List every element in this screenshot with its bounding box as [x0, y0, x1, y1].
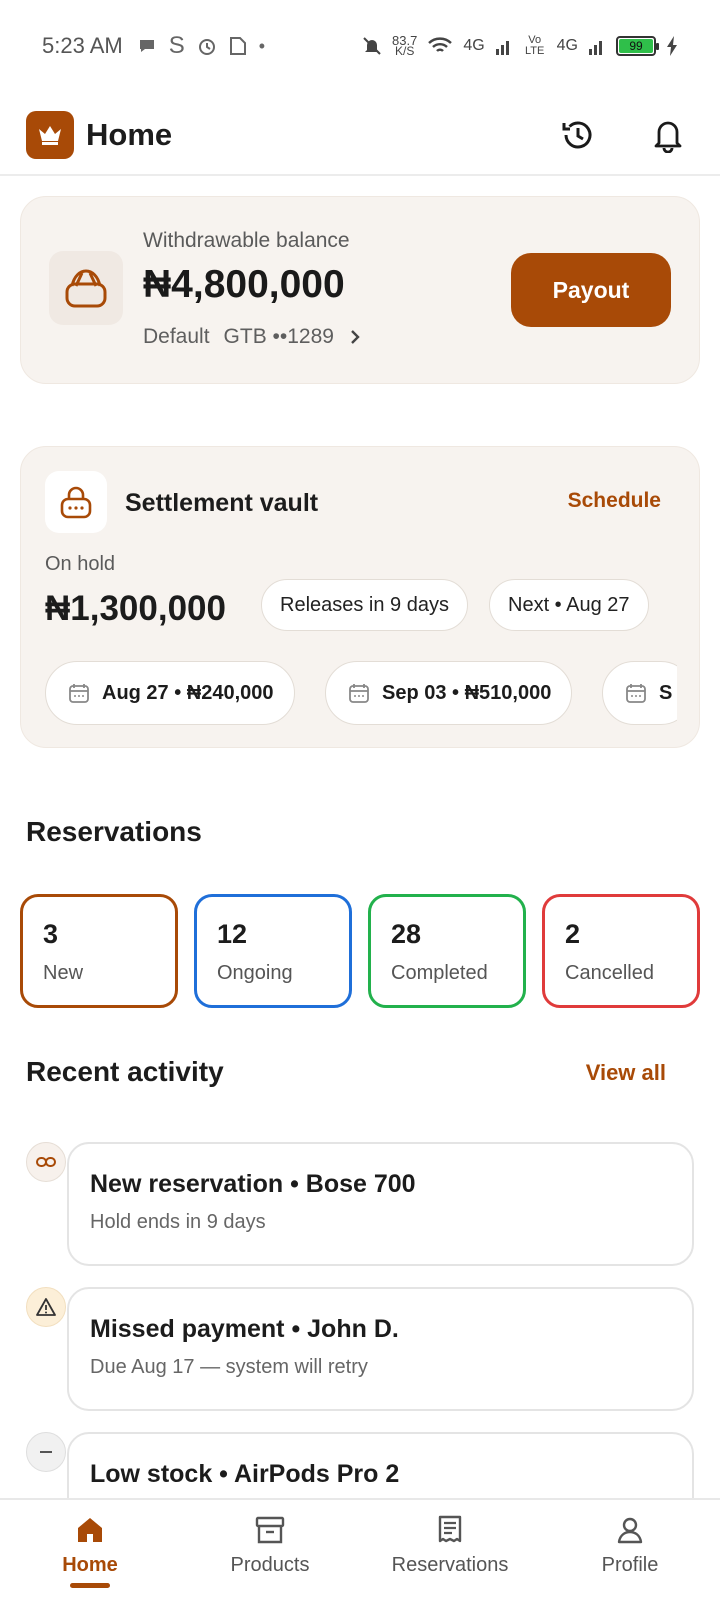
notifications-button[interactable]: [648, 115, 688, 155]
balance-amount: ₦4,800,000: [143, 263, 345, 306]
nav-label: Products: [230, 1554, 310, 1576]
net-speed: 83.7 K/S: [392, 33, 418, 58]
box-icon: [255, 1516, 285, 1544]
person-icon: [617, 1517, 643, 1544]
reservation-new-card[interactable]: 3 New: [20, 894, 178, 1008]
crown-icon: [26, 111, 74, 159]
reservation-count: 3: [43, 919, 59, 949]
warning-icon: [26, 1287, 66, 1327]
payout-account-link[interactable]: Default GTB ••1289: [143, 325, 362, 349]
reservation-count: 28: [391, 919, 422, 949]
reservation-ongoing-card[interactable]: 12 Ongoing: [194, 894, 352, 1008]
chevron-right-icon: [351, 330, 360, 344]
release-date-chip[interactable]: Sep 03 • ₦510,000: [325, 661, 573, 725]
activity-item[interactable]: Missed payment • John D. Due Aug 17 — sy…: [67, 1287, 694, 1411]
link-icon: [26, 1142, 66, 1182]
balance-label: Withdrawable balance: [143, 229, 350, 252]
release-date-chip[interactable]: Aug 27 • ₦240,000: [45, 661, 295, 725]
release-date-label: S: [659, 681, 673, 704]
reservation-count: 12: [217, 919, 248, 949]
nav-item-home[interactable]: Home: [0, 1500, 180, 1600]
bell-muted-icon: [363, 37, 381, 55]
nav-item-reservations[interactable]: Reservations: [360, 1500, 540, 1600]
home-icon: [78, 1518, 102, 1542]
activity-item[interactable]: New reservation • Bose 700 Hold ends in …: [67, 1142, 694, 1266]
nav-label: Profile: [601, 1554, 659, 1576]
reservation-label: Ongoing: [217, 962, 293, 984]
settlement-vault-card: Settlement vault Schedule On hold ₦1,300…: [20, 446, 700, 748]
sim-icon: [229, 37, 246, 55]
lock-icon: [45, 471, 107, 533]
volte-label: Vo LTE: [524, 34, 545, 57]
status-bar: 5:23 AM S • 83.7 K/S 4G Vo LTE 4G 99: [0, 0, 720, 92]
reservations-heading: Reservations: [26, 816, 202, 847]
battery-icon: 99: [616, 36, 659, 56]
reservation-label: New: [43, 962, 84, 984]
history-button[interactable]: [558, 115, 598, 155]
dot-icon: •: [258, 35, 266, 56]
activity-title: Low stock • AirPods Pro 2: [90, 1460, 400, 1488]
activity-title: New reservation • Bose 700: [90, 1170, 416, 1198]
charging-icon: [667, 36, 677, 56]
release-date-chip[interactable]: S: [602, 661, 677, 725]
nav-label: Reservations: [391, 1554, 509, 1576]
signal-icon: [589, 41, 602, 55]
minus-icon: [26, 1432, 66, 1472]
reservation-count: 2: [565, 919, 581, 949]
recent-activity-heading: Recent activity: [26, 1056, 224, 1087]
next-release-pill: Next • Aug 27: [489, 579, 649, 631]
calendar-icon: [69, 684, 89, 703]
signal-label-1: 4G: [463, 37, 485, 54]
page-title: Home: [86, 117, 173, 152]
view-all-link[interactable]: View all: [586, 1060, 666, 1086]
nav-label: Home: [62, 1554, 118, 1576]
schedule-link[interactable]: Schedule: [568, 489, 661, 513]
bottom-navigation: Home Products Reservations Profile: [0, 1498, 720, 1600]
release-dates-scroller[interactable]: Aug 27 • ₦240,000 Sep 03 • ₦510,000 S: [45, 661, 677, 727]
vault-title: Settlement vault: [125, 489, 319, 517]
alarm-icon: [198, 39, 215, 55]
reservation-completed-card[interactable]: 28 Completed: [368, 894, 526, 1008]
onhold-label: On hold: [45, 553, 116, 575]
payout-button[interactable]: Payout: [511, 253, 671, 327]
s-icon: S: [168, 32, 185, 59]
reservation-label: Cancelled: [565, 962, 654, 984]
activity-subtitle: Due Aug 17 — system will retry: [90, 1356, 368, 1378]
reservation-label: Completed: [391, 962, 488, 984]
nav-item-profile[interactable]: Profile: [540, 1500, 720, 1600]
release-date-label: Sep 03 • ₦510,000: [382, 681, 552, 704]
signal-label-2: 4G: [556, 37, 578, 54]
calendar-icon: [349, 684, 369, 703]
calendar-icon: [626, 684, 646, 703]
releases-pill: Releases in 9 days: [261, 579, 468, 631]
status-time: 5:23 AM: [42, 33, 123, 58]
bell-icon: [654, 121, 682, 153]
release-date-label: Aug 27 • ₦240,000: [102, 681, 274, 704]
activity-title: Missed payment • John D.: [90, 1315, 399, 1343]
history-icon: [562, 121, 592, 149]
nav-item-products[interactable]: Products: [180, 1500, 360, 1600]
active-indicator: [70, 1583, 110, 1588]
activity-subtitle: Hold ends in 9 days: [90, 1211, 266, 1233]
reservation-cancelled-card[interactable]: 2 Cancelled: [542, 894, 700, 1008]
account-number: GTB ••1289: [223, 325, 334, 348]
default-label: Default: [143, 325, 210, 348]
signal-icon: [495, 41, 509, 55]
wallet-icon: [49, 251, 123, 325]
onhold-amount: ₦1,300,000: [45, 589, 226, 628]
balance-card: Withdrawable balance ₦4,800,000 Default …: [20, 196, 700, 384]
wifi-icon: [428, 37, 453, 52]
app-header: Home: [0, 96, 720, 176]
chat-icon: [139, 40, 154, 52]
receipt-icon: [438, 1515, 462, 1543]
